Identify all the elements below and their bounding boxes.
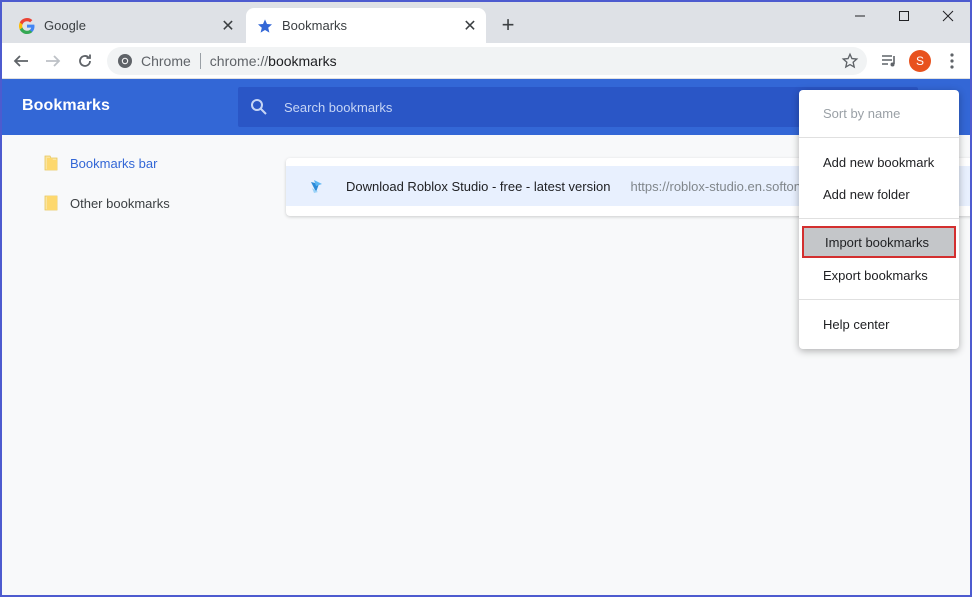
tab-strip: Google ✕ Bookmarks ✕ + [2,2,970,43]
menu-divider [799,299,959,300]
avatar-initial: S [909,50,931,72]
sidebar-item-other-bookmarks[interactable]: Other bookmarks [42,191,170,215]
chrome-menu-icon[interactable] [939,48,965,74]
bookmark-star-icon[interactable] [841,52,859,70]
sidebar-item-label: Bookmarks bar [70,155,158,171]
new-tab-button[interactable]: + [496,12,520,37]
page-title: Bookmarks [22,97,111,114]
menu-divider [799,218,959,219]
menu-item-add-new-bookmark[interactable]: Add new bookmark [799,146,959,178]
softonic-favicon-icon [311,180,322,193]
reload-icon[interactable] [72,48,98,74]
url-text: chrome://bookmarks [209,53,337,69]
forward-arrow-icon[interactable] [40,48,66,74]
chrome-icon [118,54,132,68]
google-g-icon [19,17,35,34]
menu-item-sort-by-name[interactable]: Sort by name [799,97,959,129]
search-input[interactable] [284,99,784,115]
menu-item-add-new-folder[interactable]: Add new folder [799,178,959,210]
menu-item-help-center[interactable]: Help center [799,308,959,340]
folder-open-icon [44,155,58,171]
back-arrow-icon[interactable] [8,48,34,74]
sidebar-item-bookmarks-bar[interactable]: Bookmarks bar [42,151,157,175]
minimize-icon[interactable] [838,2,882,30]
media-control-icon[interactable] [876,48,902,74]
tab-google[interactable]: Google ✕ [8,8,244,43]
site-chip-label: Chrome [141,53,191,69]
toolbar: Chrome chrome://bookmarks S [2,43,970,79]
tab-title: Google [44,18,86,33]
close-tab-icon[interactable]: ✕ [460,16,480,36]
bookmark-title: Download Roblox Studio - free - latest v… [346,178,611,194]
address-bar[interactable]: Chrome chrome://bookmarks [107,47,867,75]
profile-avatar[interactable]: S [907,48,933,74]
folder-icon [44,195,58,211]
close-window-icon[interactable] [926,2,970,30]
close-tab-icon[interactable]: ✕ [218,16,238,36]
browser-window: Google ✕ Bookmarks ✕ + Chrome chrome://b… [0,0,972,597]
tab-title: Bookmarks [282,18,348,33]
divider [199,53,201,69]
tab-bookmarks[interactable]: Bookmarks ✕ [246,8,486,43]
sidebar-item-label: Other bookmarks [70,195,170,211]
menu-item-import-bookmarks[interactable]: Import bookmarks [802,226,956,258]
star-icon [257,18,273,34]
search-icon [251,99,267,115]
organize-menu: Sort by name Add new bookmark Add new fo… [799,90,959,349]
menu-divider [799,137,959,138]
maximize-icon[interactable] [882,2,926,30]
menu-item-export-bookmarks[interactable]: Export bookmarks [799,259,959,291]
